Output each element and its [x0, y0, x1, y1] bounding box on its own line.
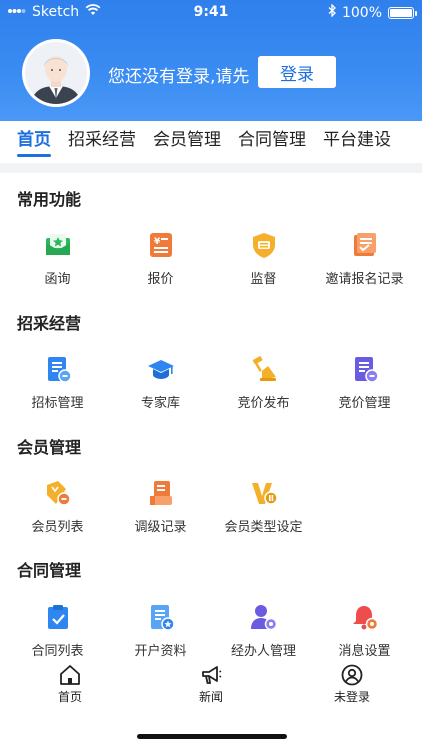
- function-bid-management[interactable]: 竞价管理: [312, 355, 417, 415]
- function-label: 竞价管理: [338, 396, 391, 411]
- avatar[interactable]: [22, 39, 90, 107]
- function-label: 专家库: [140, 396, 180, 411]
- category-tabs: 首页 招采经营 会员管理 合同管理 平台建设: [0, 121, 422, 163]
- bottom-navigation: 首页 新闻 未登录: [0, 660, 422, 710]
- function-inquiry[interactable]: 函询: [5, 231, 110, 291]
- auction-gavel-icon: [252, 356, 276, 381]
- login-prompt: 您还没有登录,请先: [108, 67, 250, 87]
- user-gear-icon: [250, 605, 277, 631]
- battery-percent: 100%: [341, 4, 382, 21]
- function-supervision[interactable]: 监督: [211, 231, 316, 291]
- level-record-icon: [149, 481, 172, 505]
- section-title-procurement: 招采经营: [17, 314, 82, 333]
- profile-header: Sketch 9:41 100% 您还没有登录,请先 登录: [0, 0, 422, 121]
- bid-list-icon: [354, 357, 379, 383]
- function-account-info[interactable]: 开户资料: [108, 603, 213, 663]
- battery-icon: [388, 6, 417, 19]
- supervision-shield-icon: [252, 233, 275, 258]
- function-label: 合同列表: [31, 644, 84, 659]
- function-label: 消息设置: [338, 644, 391, 659]
- tender-document-icon: [47, 357, 72, 383]
- function-member-list[interactable]: 会员列表: [5, 479, 110, 539]
- tab-procurement[interactable]: 招采经营: [68, 121, 136, 163]
- function-quote[interactable]: ¥ 报价: [108, 231, 213, 291]
- function-label: 开户资料: [134, 644, 187, 659]
- function-label: 招标管理: [31, 396, 84, 411]
- function-label: 竞价发布: [237, 396, 290, 411]
- function-message-settings[interactable]: 消息设置: [312, 603, 417, 663]
- home-icon: [60, 665, 80, 685]
- function-tender-management[interactable]: 招标管理: [5, 355, 110, 415]
- tab-members[interactable]: 会员管理: [153, 121, 221, 163]
- members-grid: 会员列表 调级记录 会员类型设定: [0, 479, 422, 539]
- function-label: 会员类型设定: [224, 520, 303, 535]
- function-bid-publish[interactable]: 竞价发布: [211, 355, 316, 415]
- account-document-icon: [150, 605, 175, 631]
- function-label: 调级记录: [134, 520, 187, 535]
- function-contract-list[interactable]: 合同列表: [5, 603, 110, 663]
- bell-gear-icon: [352, 606, 378, 631]
- nav-label: 新闻: [198, 690, 223, 704]
- contract-clipboard-icon: [47, 605, 68, 629]
- nav-label: 未登录: [333, 690, 370, 704]
- tab-home[interactable]: 首页: [17, 121, 51, 163]
- quote-icon: ¥: [149, 233, 172, 257]
- svg-text:¥: ¥: [154, 237, 161, 247]
- user-avatar-icon: [25, 42, 87, 104]
- login-button[interactable]: 登录: [258, 56, 336, 88]
- bluetooth-icon: [328, 3, 336, 21]
- invitation-record-icon: [353, 233, 376, 256]
- function-label: 经办人管理: [230, 644, 296, 659]
- function-label: 监督: [250, 272, 277, 287]
- tab-platform[interactable]: 平台建设: [323, 121, 391, 163]
- nav-profile[interactable]: 未登录: [312, 664, 392, 705]
- contracts-grid: 合同列表 开户资料 经办人管理 消息设置: [0, 603, 422, 663]
- nav-label: 首页: [57, 690, 82, 704]
- function-handler-management[interactable]: 经办人管理: [211, 603, 316, 663]
- vip-type-icon: [251, 483, 278, 505]
- status-right: 100%: [328, 3, 417, 21]
- home-indicator[interactable]: [137, 734, 287, 739]
- nav-home[interactable]: 首页: [30, 664, 110, 705]
- function-label: 报价: [147, 272, 174, 287]
- divider: [0, 163, 422, 173]
- section-title-members: 会员管理: [17, 438, 82, 457]
- function-label: 邀请报名记录: [325, 272, 404, 287]
- function-invite-records[interactable]: 邀请报名记录: [312, 231, 417, 291]
- function-level-records[interactable]: 调级记录: [108, 479, 213, 539]
- user-circle-icon: [341, 664, 363, 686]
- member-tag-icon: [46, 481, 71, 506]
- envelope-icon: [45, 234, 70, 255]
- status-bar: Sketch 9:41 100%: [0, 0, 422, 24]
- function-label: 函询: [44, 272, 71, 287]
- tab-contracts[interactable]: 合同管理: [238, 121, 306, 163]
- section-title-contracts: 合同管理: [17, 561, 82, 580]
- section-title-common: 常用功能: [17, 190, 82, 209]
- function-member-type-settings[interactable]: 会员类型设定: [211, 479, 316, 539]
- function-expert-library[interactable]: 专家库: [108, 355, 213, 415]
- graduation-cap-icon: [147, 360, 174, 379]
- function-label: 会员列表: [31, 520, 84, 535]
- megaphone-icon: [202, 666, 222, 684]
- common-functions-grid: 函询 ¥ 报价 监督 邀请报名记录: [0, 231, 422, 291]
- nav-news[interactable]: 新闻: [171, 664, 251, 705]
- procurement-grid: 招标管理 专家库 竞价发布 竞价管理: [0, 355, 422, 415]
